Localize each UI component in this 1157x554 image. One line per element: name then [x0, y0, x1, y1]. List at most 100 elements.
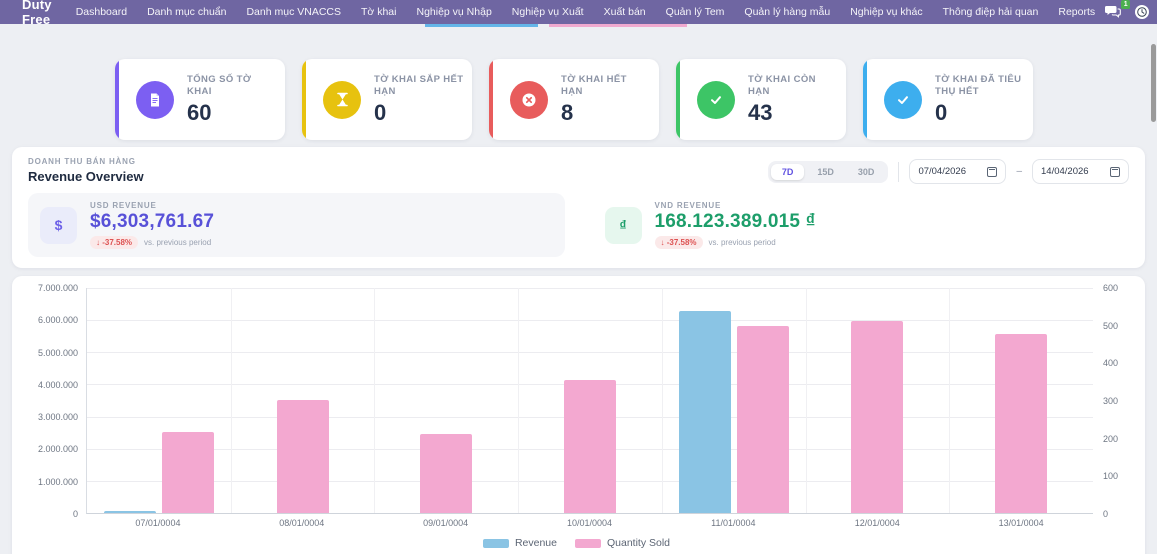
date-from-value: 07/04/2026 [918, 166, 966, 177]
left-axis-tick: 0 [73, 509, 78, 519]
chart-plot [86, 288, 1093, 514]
x-axis-label: 10/01/0004 [518, 518, 662, 528]
card-accent [863, 59, 867, 140]
left-axis-tick: 1.000.000 [38, 477, 78, 487]
nav-item-11[interactable]: Reports [1048, 6, 1105, 18]
chart-legend: Revenue Quantity Sold [18, 537, 1135, 549]
date-to-input[interactable]: 14/04/2026 [1032, 159, 1129, 184]
card-value: 0 [374, 100, 464, 125]
quantity-sold-bar[interactable] [277, 400, 329, 513]
quantity-sold-bar[interactable] [420, 434, 472, 513]
brand-title: Duty Free [22, 0, 52, 27]
range-button-15d[interactable]: 15D [806, 164, 845, 180]
x-axis-label: 09/01/0004 [374, 518, 518, 528]
usd-revenue-label: USD REVENUE [90, 201, 214, 210]
summary-cards: TỔNG SỐ TỜ KHAI60TỜ KHAI SẮP HẾT HẠN0TỜ … [115, 59, 1033, 140]
stat-card-3[interactable]: TỜ KHAI CÒN HẠN43 [676, 59, 846, 140]
left-axis-tick: 3.000.000 [38, 412, 78, 422]
nav-item-8[interactable]: Quản lý hàng mẫu [734, 6, 840, 18]
document-icon [136, 81, 174, 119]
x-axis-label: 12/01/0004 [805, 518, 949, 528]
stat-card-1[interactable]: TỜ KHAI SẮP HẾT HẠN0 [302, 59, 472, 140]
right-axis-tick: 100 [1103, 471, 1118, 481]
vnd-revenue-label: VND REVENUE [655, 201, 816, 210]
range-segment-control: 7D15D30D [768, 161, 889, 183]
legend-item-quantity-sold[interactable]: Quantity Sold [575, 537, 670, 549]
date-from-input[interactable]: 07/04/2026 [909, 159, 1006, 184]
quantity-sold-bar[interactable] [851, 321, 903, 513]
top-navbar: Duty Free DashboardDanh mục chuẩnDanh mụ… [0, 0, 1157, 24]
dollar-icon: $ [40, 207, 77, 244]
legend-label: Revenue [515, 537, 557, 549]
nav-item-5[interactable]: Nghiệp vụ Xuất [502, 6, 594, 18]
left-axis-tick: 2.000.000 [38, 444, 78, 454]
nav-item-2[interactable]: Danh mục VNACCS [236, 6, 351, 18]
stat-card-2[interactable]: TỜ KHAI HẾT HẠN8 [489, 59, 659, 140]
legend-item-revenue[interactable]: Revenue [483, 537, 557, 549]
range-button-7d[interactable]: 7D [771, 164, 805, 180]
page-scrollbar[interactable] [1151, 44, 1156, 122]
apps-grid-icon[interactable] [12, 5, 14, 19]
stat-card-4[interactable]: TỜ KHAI ĐÃ TIÊU THỤ HẾT0 [863, 59, 1033, 140]
right-axis-tick: 300 [1103, 396, 1118, 406]
usd-change-badge: ↓ -37.58% [90, 236, 138, 249]
bar-series [87, 288, 1093, 513]
revenue-panel: DOANH THU BÁN HÀNG Revenue Overview 7D15… [12, 147, 1145, 268]
x-axis-label: 08/01/0004 [230, 518, 374, 528]
usd-change-note: vs. previous period [144, 238, 211, 247]
nav-item-1[interactable]: Danh mục chuẩn [137, 6, 236, 18]
date-to-value: 14/04/2026 [1041, 166, 1089, 177]
clock-icon[interactable] [1135, 5, 1149, 19]
nav-underline-pink [549, 24, 687, 27]
card-label: TỜ KHAI CÒN HẠN [748, 74, 838, 99]
nav-item-4[interactable]: Nghiệp vụ Nhập [406, 6, 501, 18]
revenue-bar[interactable] [679, 311, 731, 513]
left-axis-tick: 5.000.000 [38, 348, 78, 358]
bar-group-3 [518, 288, 662, 513]
card-value: 43 [748, 100, 838, 125]
card-label: TỜ KHAI SẮP HẾT HẠN [374, 74, 464, 99]
stat-card-0[interactable]: TỔNG SỐ TỜ KHAI60 [115, 59, 285, 140]
legend-swatch [483, 539, 509, 548]
legend-swatch [575, 539, 601, 548]
nav-items: DashboardDanh mục chuẩnDanh mục VNACCSTờ… [66, 6, 1105, 18]
revenue-eyebrow: DOANH THU BÁN HÀNG [28, 157, 144, 166]
card-value: 0 [935, 100, 1025, 125]
usd-revenue-block: $ USD REVENUE $6,303,761.67 ↓ -37.58% vs… [28, 193, 565, 257]
card-value: 8 [561, 100, 651, 125]
right-axis-tick: 600 [1103, 283, 1118, 293]
vnd-change-note: vs. previous period [709, 238, 776, 247]
nav-item-10[interactable]: Thông điệp hải quan [933, 6, 1049, 18]
date-range-dash: – [1016, 166, 1022, 177]
right-axis-tick: 200 [1103, 434, 1118, 444]
nav-item-0[interactable]: Dashboard [66, 6, 137, 18]
quantity-sold-bar[interactable] [737, 326, 789, 513]
x-axis-label: 07/01/0004 [86, 518, 230, 528]
left-axis-tick: 6.000.000 [38, 315, 78, 325]
nav-underline-blue [425, 24, 538, 27]
revenue-bar[interactable] [104, 511, 156, 513]
check-circle-icon [697, 81, 735, 119]
check-circle-icon [884, 81, 922, 119]
divider [898, 162, 899, 182]
nav-item-9[interactable]: Nghiệp vụ khác [840, 6, 932, 18]
quantity-sold-bar[interactable] [162, 432, 214, 513]
calendar-icon [987, 167, 997, 177]
quantity-sold-bar[interactable] [995, 334, 1047, 513]
left-axis: 7.000.0006.000.0005.000.0004.000.0003.00… [18, 288, 86, 514]
card-accent [302, 59, 306, 140]
dong-icon: ₫ [605, 207, 642, 244]
messages-icon[interactable]: 1 [1105, 5, 1123, 19]
vnd-revenue-value: 168.123.389.015 ₫ [655, 211, 816, 233]
nav-item-7[interactable]: Quản lý Tem [656, 6, 735, 18]
nav-item-6[interactable]: Xuất bán [594, 6, 656, 18]
card-value: 60 [187, 100, 277, 125]
card-accent [676, 59, 680, 140]
x-axis-label: 13/01/0004 [949, 518, 1093, 528]
bar-group-2 [374, 288, 518, 513]
left-axis-tick: 7.000.000 [38, 283, 78, 293]
range-button-30d[interactable]: 30D [847, 164, 886, 180]
quantity-sold-bar[interactable] [564, 380, 616, 513]
right-axis-tick: 400 [1103, 358, 1118, 368]
nav-item-3[interactable]: Tờ khai [351, 6, 406, 18]
